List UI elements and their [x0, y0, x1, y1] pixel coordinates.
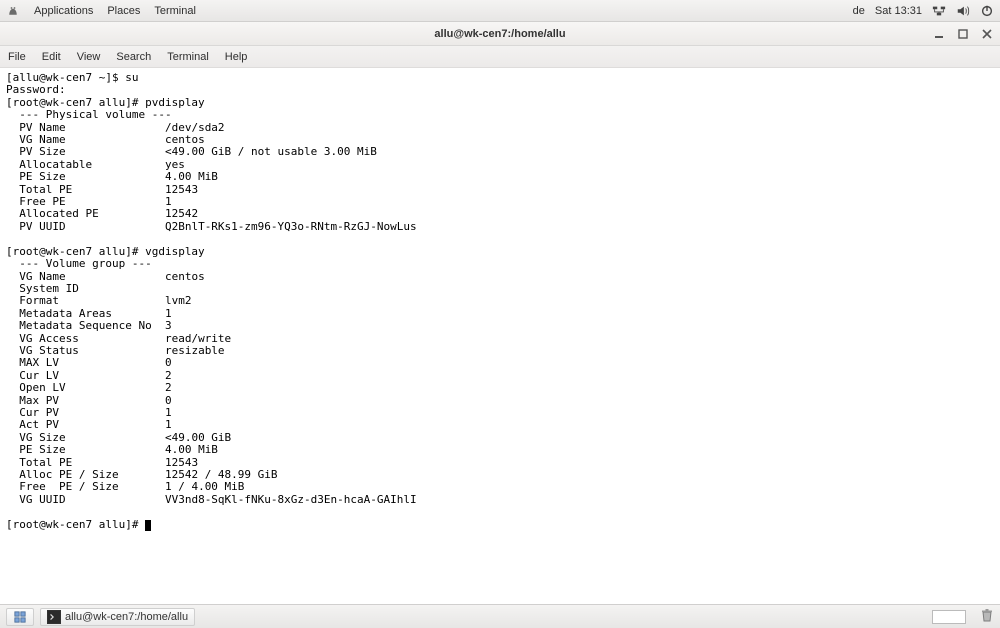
- pv-freepe-value: 1: [165, 195, 172, 208]
- menu-help[interactable]: Help: [225, 51, 248, 63]
- menu-terminal[interactable]: Terminal: [154, 5, 196, 17]
- vg-format-value: lvm2: [165, 294, 192, 307]
- vg-name-value: centos: [165, 270, 205, 283]
- vg-curlv-label: Cur LV: [6, 369, 165, 382]
- vg-size-label: VG Size: [6, 431, 165, 444]
- vg-metaseq-label: Metadata Sequence No: [6, 319, 165, 332]
- vg-allocpe-label: Alloc PE / Size: [6, 468, 165, 481]
- vg-maxlv-value: 0: [165, 356, 172, 369]
- vg-pesize-value: 4.00 MiB: [165, 443, 218, 456]
- cmd-pvdisplay: pvdisplay: [145, 96, 205, 109]
- vg-maxlv-label: MAX LV: [6, 356, 165, 369]
- pv-allocpe-value: 12542: [165, 207, 198, 220]
- vg-openlv-label: Open LV: [6, 381, 165, 394]
- menu-view[interactable]: View: [77, 51, 101, 63]
- window-title: allu@wk-cen7:/home/allu: [434, 28, 565, 40]
- vg-actpv-value: 1: [165, 418, 172, 431]
- terminal-viewport[interactable]: [allu@wk-cen7 ~]$ su Password: [root@wk-…: [0, 68, 1000, 604]
- pv-vgname-label: VG Name: [6, 133, 165, 146]
- menu-terminal-dropdown[interactable]: Terminal: [167, 51, 209, 63]
- power-icon[interactable]: [980, 4, 994, 18]
- window-minimize-button[interactable]: [932, 27, 946, 41]
- vg-maxpv-label: Max PV: [6, 394, 165, 407]
- vg-totalpe-label: Total PE: [6, 456, 165, 469]
- window-titlebar[interactable]: allu@wk-cen7:/home/allu: [0, 22, 1000, 46]
- prompt-root: [root@wk-cen7 allu]#: [6, 96, 145, 109]
- vg-pesize-label: PE Size: [6, 443, 165, 456]
- vg-status-label: VG Status: [6, 344, 165, 357]
- vg-allocpe-value: 12542 / 48.99 GiB: [165, 468, 278, 481]
- window-maximize-button[interactable]: [956, 27, 970, 41]
- pv-pesize-label: PE Size: [6, 170, 165, 183]
- vg-size-value: <49.00 GiB: [165, 431, 231, 444]
- vg-status-value: resizable: [165, 344, 225, 357]
- pv-uuid-label: PV UUID: [6, 220, 165, 233]
- menu-file[interactable]: File: [8, 51, 26, 63]
- clock[interactable]: Sat 13:31: [875, 5, 922, 17]
- taskbar-entry-terminal[interactable]: allu@wk-cen7:/home/allu: [40, 608, 195, 626]
- system-tray-box[interactable]: [932, 610, 966, 624]
- vg-curlv-value: 2: [165, 369, 172, 382]
- network-icon[interactable]: [932, 4, 946, 18]
- pv-totalpe-label: Total PE: [6, 183, 165, 196]
- pv-alloc-value: yes: [165, 158, 185, 171]
- prompt-root: [root@wk-cen7 allu]#: [6, 245, 145, 258]
- desktop-bottom-panel: allu@wk-cen7:/home/allu: [0, 604, 1000, 628]
- keyboard-layout-indicator[interactable]: de: [853, 5, 865, 17]
- vg-header: --- Volume group ---: [6, 257, 152, 270]
- pv-vgname-value: centos: [165, 133, 205, 146]
- pv-freepe-label: Free PE: [6, 195, 165, 208]
- terminal-menubar: File Edit View Search Terminal Help: [0, 46, 1000, 68]
- pv-alloc-label: Allocatable: [6, 158, 165, 171]
- menu-search[interactable]: Search: [116, 51, 151, 63]
- prompt-user: [allu@wk-cen7 ~]$: [6, 71, 125, 84]
- taskbar-entry-label: allu@wk-cen7:/home/allu: [65, 611, 188, 623]
- vg-uuid-value: VV3nd8-SqKl-fNKu-8xGz-d3En-hcaA-GAIhlI: [165, 493, 417, 506]
- vg-access-label: VG Access: [6, 332, 165, 345]
- pv-size-label: PV Size: [6, 145, 165, 158]
- menu-applications[interactable]: Applications: [34, 5, 93, 17]
- vg-name-label: VG Name: [6, 270, 165, 283]
- vg-curpv-label: Cur PV: [6, 406, 165, 419]
- trash-icon[interactable]: [980, 608, 994, 625]
- pv-header: --- Physical volume ---: [6, 108, 172, 121]
- pv-size-value: <49.00 GiB / not usable 3.00 MiB: [165, 145, 377, 158]
- vg-openlv-value: 2: [165, 381, 172, 394]
- pv-name-label: PV Name: [6, 121, 165, 134]
- pv-allocpe-label: Allocated PE: [6, 207, 165, 220]
- terminal-icon: [47, 610, 61, 624]
- show-desktop-button[interactable]: [6, 608, 34, 626]
- prompt-root: [root@wk-cen7 allu]#: [6, 518, 145, 531]
- desktop-top-panel: Applications Places Terminal de Sat 13:3…: [0, 0, 1000, 22]
- vg-sysid-label: System ID: [6, 282, 165, 295]
- vg-metaareas-label: Metadata Areas: [6, 307, 165, 320]
- vg-format-label: Format: [6, 294, 165, 307]
- vg-uuid-label: VG UUID: [6, 493, 165, 506]
- vg-maxpv-value: 0: [165, 394, 172, 407]
- pv-totalpe-value: 12543: [165, 183, 198, 196]
- vg-totalpe-value: 12543: [165, 456, 198, 469]
- volume-icon[interactable]: [956, 4, 970, 18]
- pv-pesize-value: 4.00 MiB: [165, 170, 218, 183]
- cmd-su: su: [125, 71, 138, 84]
- terminal-cursor: [145, 520, 151, 531]
- menu-edit[interactable]: Edit: [42, 51, 61, 63]
- show-desktop-icon: [13, 610, 27, 624]
- vg-curpv-value: 1: [165, 406, 172, 419]
- pv-name-value: /dev/sda2: [165, 121, 225, 134]
- password-line: Password:: [6, 83, 66, 96]
- vg-metaseq-value: 3: [165, 319, 172, 332]
- vg-freepe-value: 1 / 4.00 MiB: [165, 480, 244, 493]
- pv-uuid-value: Q2BnlT-RKs1-zm96-YQ3o-RNtm-RzGJ-NowLus: [165, 220, 417, 233]
- vg-access-value: read/write: [165, 332, 231, 345]
- window-close-button[interactable]: [980, 27, 994, 41]
- vg-freepe-label: Free PE / Size: [6, 480, 165, 493]
- vg-metaareas-value: 1: [165, 307, 172, 320]
- vg-actpv-label: Act PV: [6, 418, 165, 431]
- activities-foot-icon[interactable]: [6, 4, 20, 18]
- cmd-vgdisplay: vgdisplay: [145, 245, 205, 258]
- menu-places[interactable]: Places: [107, 5, 140, 17]
